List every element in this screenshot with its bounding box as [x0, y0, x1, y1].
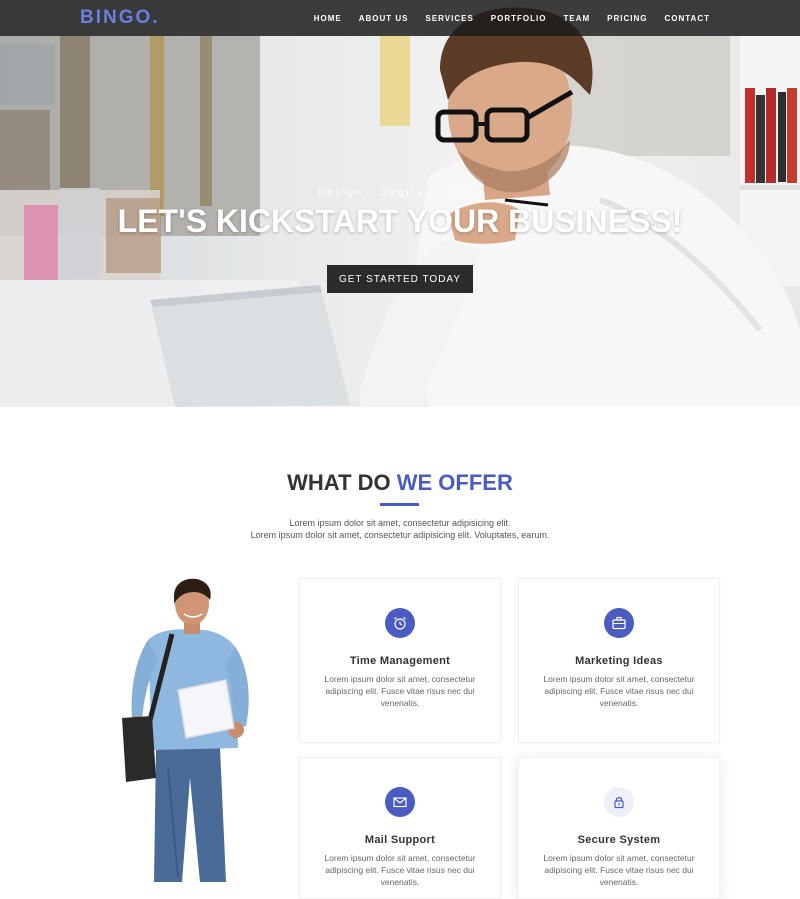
get-started-button[interactable]: GET STARTED TODAY [327, 265, 473, 293]
hero-section: BINGO. HOME ABOUT US SERVICES PORTFOLIO … [0, 0, 800, 407]
alarm-clock-icon [385, 608, 415, 638]
nav-menu: HOME ABOUT US SERVICES PORTFOLIO TEAM PR… [314, 0, 710, 36]
card-title: Marketing Ideas [575, 655, 663, 667]
section-subtitle: Lorem ipsum dolor sit amet, consectetur … [0, 517, 800, 541]
service-card-time-management[interactable]: Time Management Lorem ipsum dolor sit am… [299, 578, 501, 743]
card-text: Lorem ipsum dolor sit amet, consectetur … [324, 674, 476, 708]
brand-dot: . [152, 7, 160, 28]
brand-name: BINGO [80, 7, 153, 28]
hero-title: LET'S KICKSTART YOUR BUSINESS! [117, 203, 683, 239]
envelope-icon [385, 787, 415, 817]
section-title-main: WHAT DO [287, 470, 397, 495]
card-title: Time Management [349, 655, 451, 667]
nav-link-services[interactable]: SERVICES [425, 14, 473, 23]
card-title: Secure System [577, 834, 661, 846]
title-underline [380, 503, 419, 506]
top-navbar: BINGO. HOME ABOUT US SERVICES PORTFOLIO … [0, 0, 800, 36]
card-text: Lorem ipsum dolor sit amet, consectetur … [543, 853, 695, 887]
card-title: Mail Support [364, 834, 436, 846]
nav-link-pricing[interactable]: PRICING [607, 14, 647, 23]
service-card-secure-system[interactable]: Secure System Lorem ipsum dolor sit amet… [518, 757, 720, 899]
card-text: Lorem ipsum dolor sit amet, consectetur … [543, 674, 695, 708]
nav-link-contact[interactable]: CONTACT [664, 14, 710, 23]
service-card-mail-support[interactable]: Mail Support Lorem ipsum dolor sit amet,… [299, 757, 501, 899]
brand-logo[interactable]: BINGO. [80, 7, 160, 29]
card-text: Lorem ipsum dolor sit amet, consectetur … [324, 853, 476, 887]
section-subtitle-line-2: Lorem ipsum dolor sit amet, consectetur … [250, 530, 550, 540]
lock-icon [604, 787, 634, 817]
service-card-marketing-ideas[interactable]: Marketing Ideas Lorem ipsum dolor sit am… [518, 578, 720, 743]
student-photo [122, 578, 249, 882]
nav-link-portfolio[interactable]: PORTFOLIO [491, 14, 547, 23]
briefcase-icon [604, 608, 634, 638]
nav-link-about-us[interactable]: ABOUT US [359, 14, 409, 23]
nav-link-team[interactable]: TEAM [563, 14, 590, 23]
section-subtitle-line-1: Lorem ipsum dolor sit amet, consectetur … [289, 518, 511, 528]
section-title: WHAT DO WE OFFER [0, 470, 800, 496]
hero-tagline: Design - Degital - Deliv [317, 187, 483, 197]
nav-link-home[interactable]: HOME [314, 14, 342, 23]
section-title-accent: WE OFFER [396, 470, 513, 495]
